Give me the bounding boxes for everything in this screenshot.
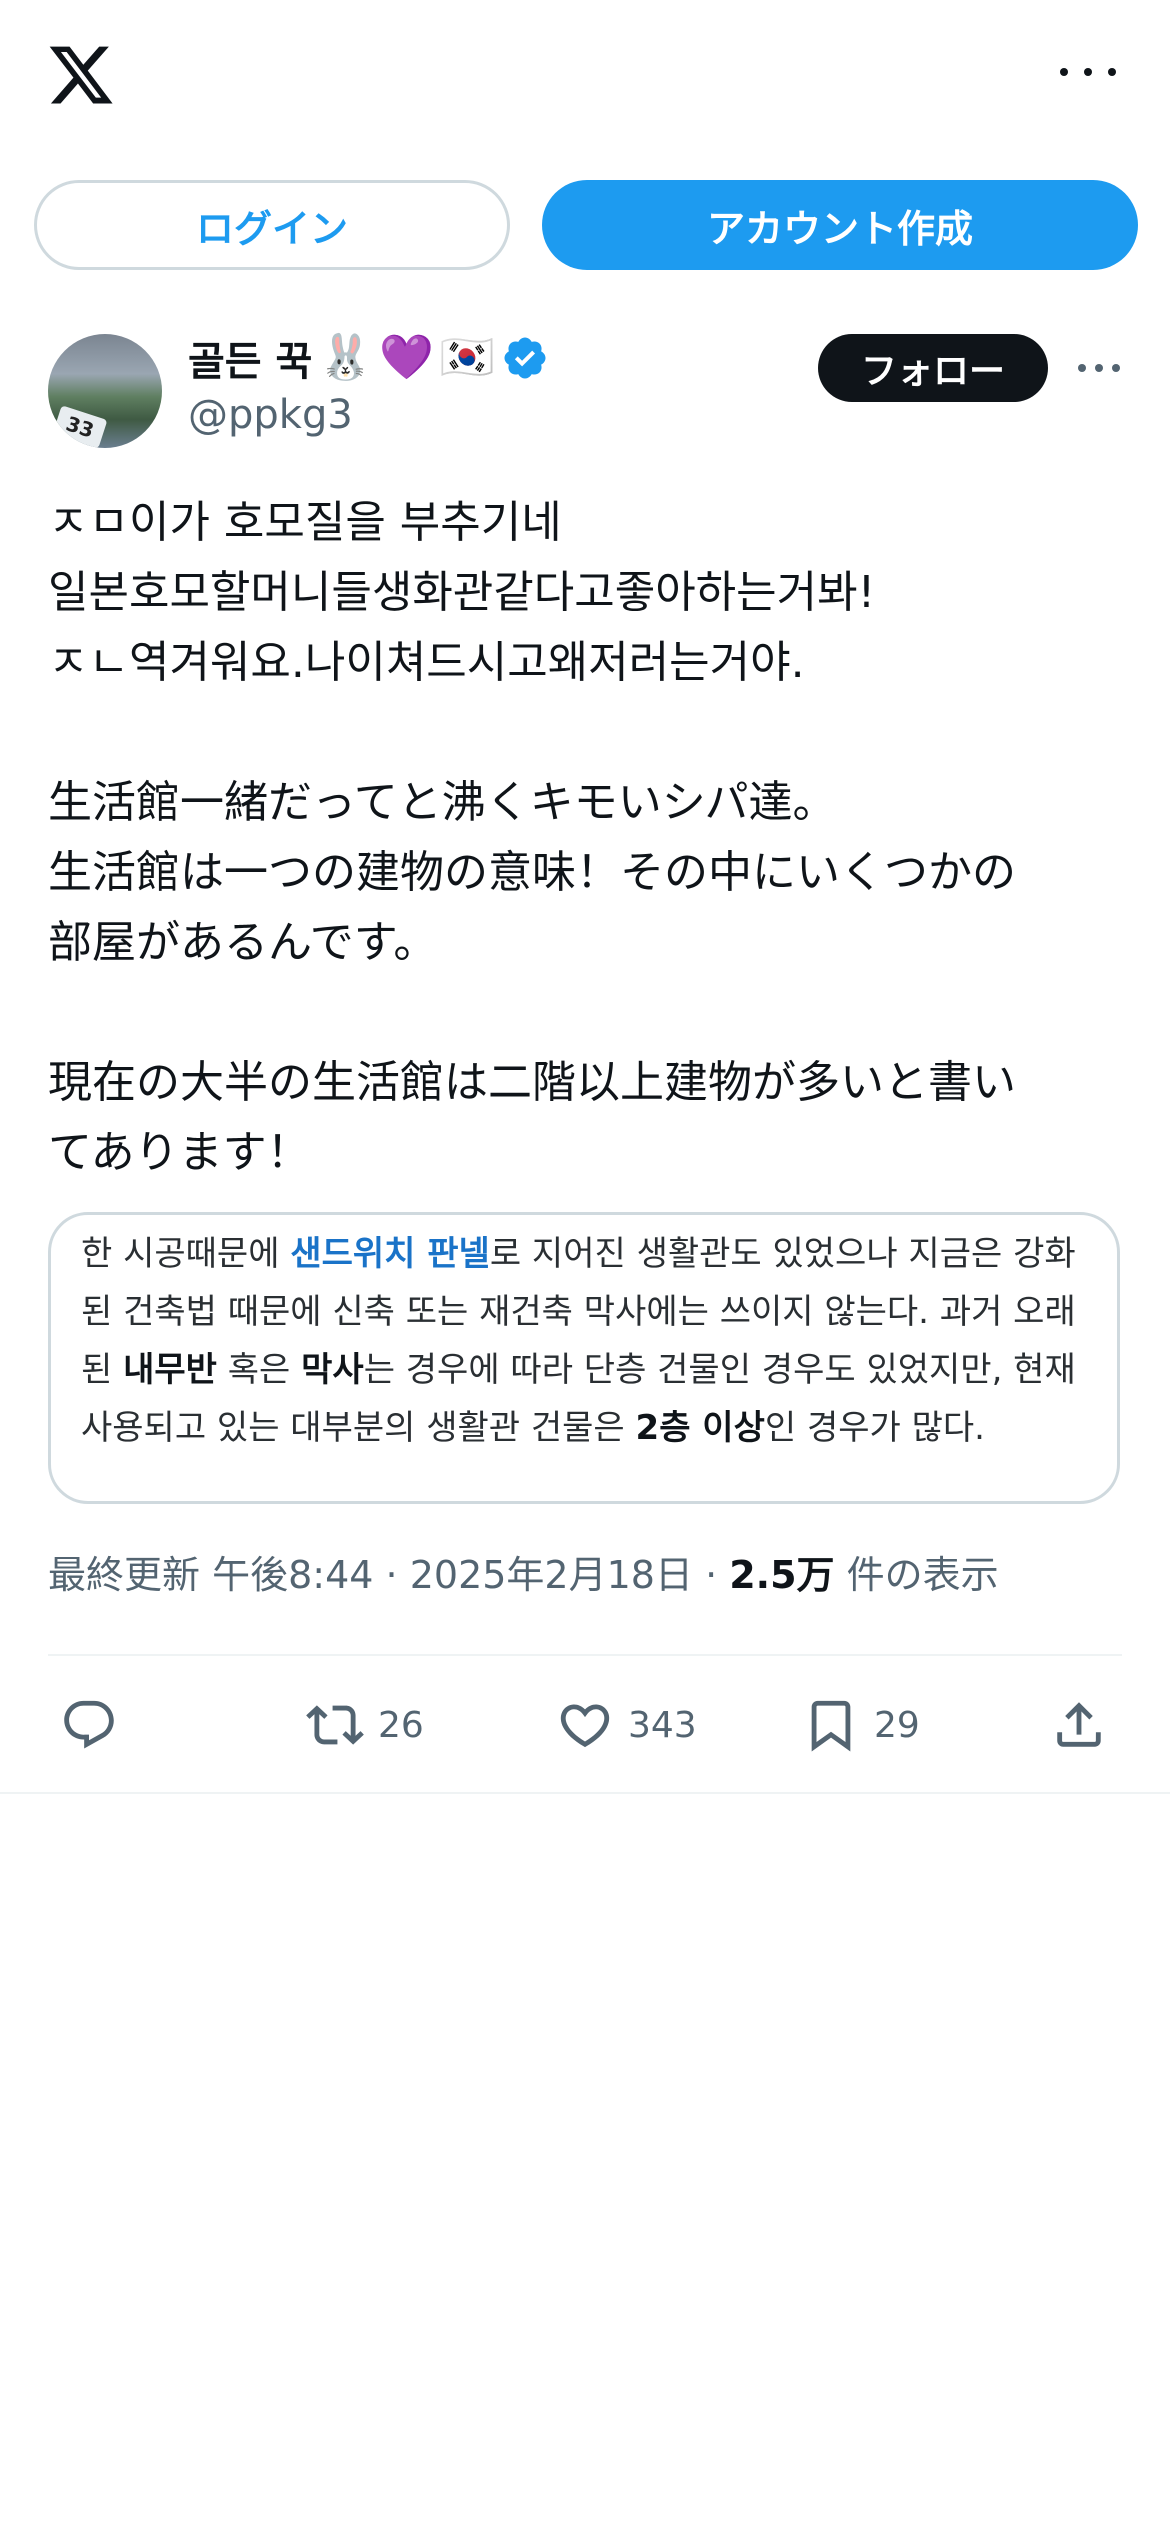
like-count: 343 (628, 1704, 697, 1746)
retweet-button[interactable]: 26 (306, 1690, 424, 1760)
reply-button[interactable] (60, 1690, 118, 1760)
korea-flag-emoji: 🇰🇷 (439, 332, 495, 383)
quote-text: 인 경우가 많다. (764, 1408, 985, 1448)
bookmark-count: 29 (874, 1704, 920, 1746)
share-icon (1057, 1702, 1101, 1747)
bookmark-icon (811, 1700, 851, 1752)
views-label: 件の表示 (846, 1553, 999, 1597)
purple-heart-emoji: 💜 (379, 332, 434, 383)
heart-icon (560, 1704, 610, 1748)
divider (48, 1654, 1122, 1656)
quote-bold-term: 막사 (301, 1350, 364, 1390)
tweet-time[interactable]: 午後8:44 (212, 1553, 373, 1597)
x-logo-icon[interactable] (46, 40, 116, 110)
reply-icon (64, 1700, 114, 1749)
rabbit-emoji: 🐰 (318, 332, 374, 383)
avatar-sign: 33 (52, 405, 108, 448)
verified-badge-icon (504, 337, 546, 379)
updated-label: 最終更新 (48, 1553, 201, 1597)
tweet-text: ㅈㅁ이가 호모질을 부추기네 일본호모할머니들생화관같다고좋아하는거봐! ㅈㄴ역… (48, 497, 1016, 1178)
author-name-row[interactable]: 골든 꾹 🐰 💜 🇰🇷 (188, 326, 549, 390)
avatar[interactable]: 33 (48, 334, 162, 448)
divider (0, 1792, 1170, 1794)
quote-text: 한 시공때문에 (81, 1234, 291, 1274)
signup-button[interactable]: アカウント作成 (542, 180, 1138, 270)
more-options-icon[interactable] (1060, 50, 1116, 94)
share-button[interactable] (1050, 1690, 1108, 1760)
retweet-count: 26 (378, 1704, 424, 1746)
tweet-more-icon[interactable] (1078, 362, 1120, 374)
login-button[interactable]: ログイン (34, 180, 510, 270)
author-name[interactable]: 골든 꾹 (188, 329, 312, 387)
quote-bold-term: 내무반 (123, 1350, 217, 1390)
tweet-meta: 最終更新 午後8:44 · 2025年2月18日 · 2.5万 件の表示 (48, 1553, 999, 1597)
bookmark-button[interactable]: 29 (802, 1690, 920, 1760)
quote-text: 혹은 (216, 1350, 302, 1390)
follow-button[interactable]: フォロー (818, 334, 1048, 402)
author-handle[interactable]: @ppkg3 (188, 392, 353, 438)
retweet-icon (306, 1705, 364, 1745)
like-button[interactable]: 343 (556, 1690, 697, 1760)
view-count: 2.5万 (729, 1553, 835, 1597)
quote-bold-term: 2층 이상 (635, 1408, 765, 1448)
tweet-date[interactable]: 2025年2月18日 (410, 1553, 693, 1597)
quote-link[interactable]: 샌드위치 판넬 (290, 1234, 490, 1274)
quote-card[interactable]: 한 시공때문에 샌드위치 판넬로 지어진 생활관도 있었으나 지금은 강화된 건… (48, 1212, 1120, 1504)
